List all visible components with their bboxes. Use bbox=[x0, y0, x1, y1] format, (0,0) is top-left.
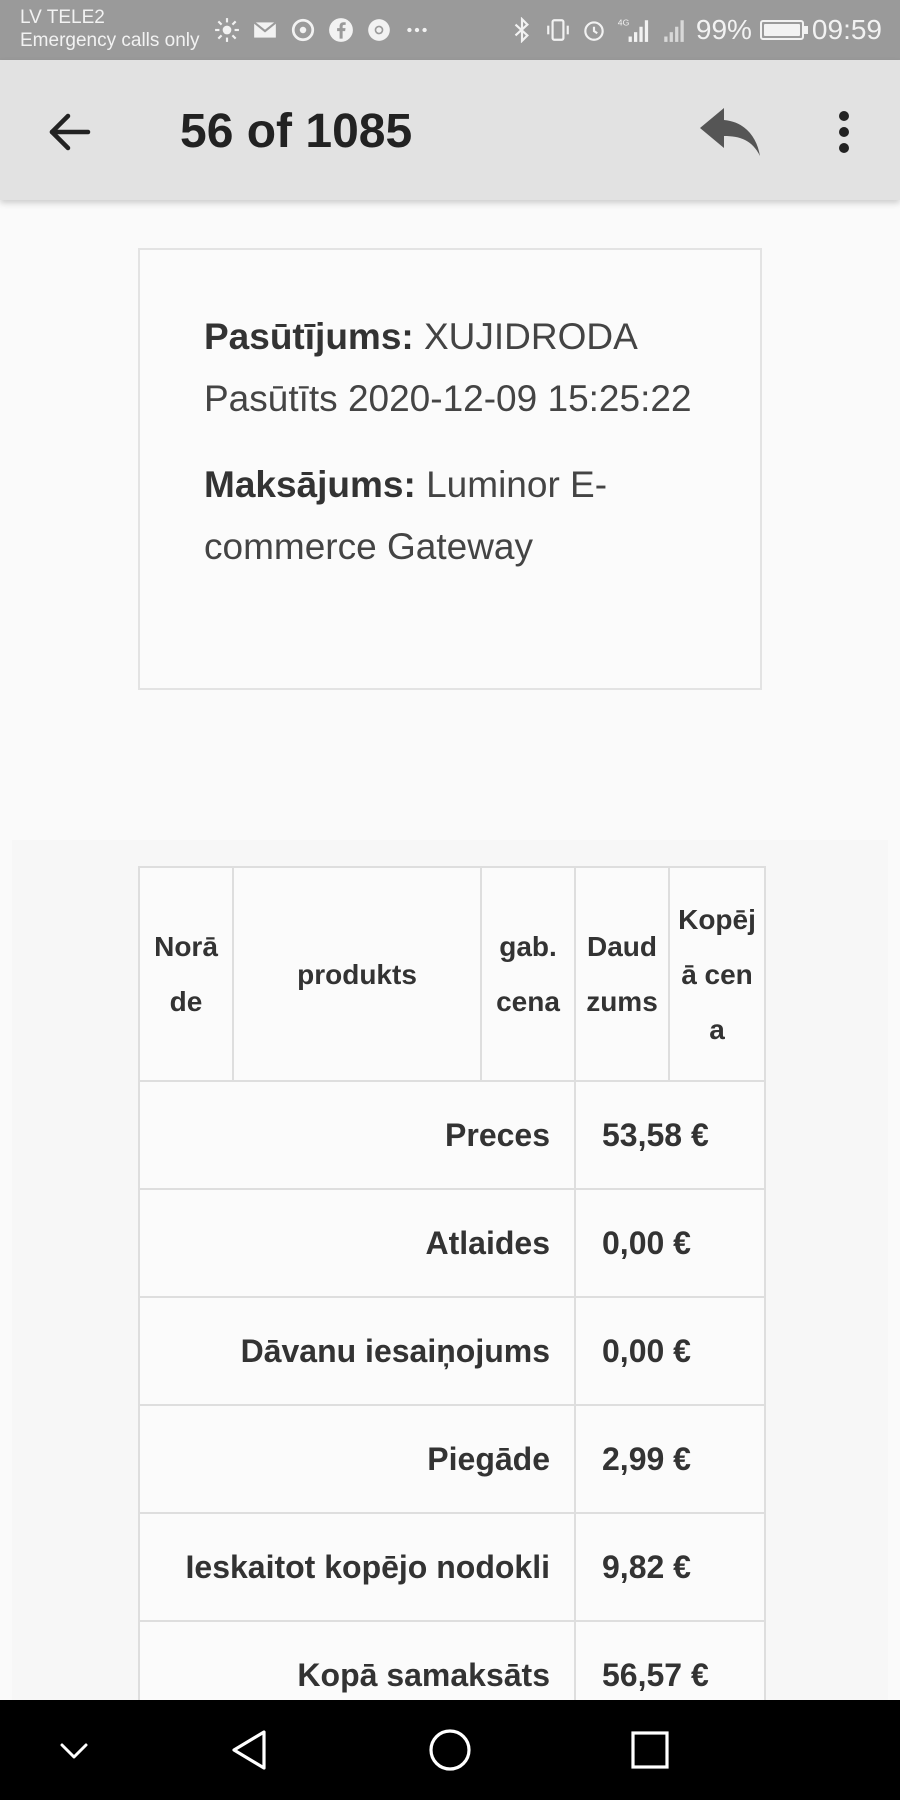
row-label: Dāvanu iesaiņojums bbox=[138, 1296, 576, 1406]
row-value: 2,99 € bbox=[574, 1404, 766, 1514]
signal-icon: 4G bbox=[616, 16, 652, 44]
alarm-icon bbox=[580, 16, 608, 44]
back-triangle-icon bbox=[232, 1730, 266, 1770]
collapse-nav-button[interactable] bbox=[46, 1722, 102, 1778]
status-bar: LV TELE2 Emergency calls only 4G 99% 09:… bbox=[0, 0, 900, 60]
row-value: 53,58 € bbox=[574, 1080, 766, 1190]
carrier-name: LV TELE2 bbox=[20, 7, 105, 28]
notification-icons bbox=[213, 14, 431, 46]
nav-back-button[interactable] bbox=[222, 1722, 278, 1778]
battery-percent: 99% bbox=[695, 14, 752, 45]
table-row: Piegāde 2,99 € bbox=[138, 1404, 766, 1514]
recents-square-icon bbox=[631, 1731, 669, 1769]
row-value: 0,00 € bbox=[574, 1296, 766, 1406]
carrier-status: Emergency calls only bbox=[20, 30, 200, 51]
carrier-info: LV TELE2 Emergency calls only bbox=[20, 6, 200, 52]
vibrate-icon bbox=[544, 16, 572, 44]
order-info-box: Pasūtījums: XUJIDRODA Pasūtīts 2020-12-0… bbox=[138, 248, 762, 690]
order-number: XUJIDRODA bbox=[424, 316, 636, 357]
more-vert-icon bbox=[839, 111, 849, 153]
table-row: Dāvanu iesaiņojums 0,00 € bbox=[138, 1296, 766, 1406]
more-options-button[interactable] bbox=[820, 100, 868, 164]
back-button[interactable] bbox=[38, 100, 102, 164]
order-summary-table: Norāde produkts gab. cena Daudzums Kopēj… bbox=[138, 866, 766, 1730]
row-label: Atlaides bbox=[138, 1188, 576, 1298]
bluetooth-icon bbox=[508, 16, 536, 44]
header-total-price: Kopējā cena bbox=[668, 866, 766, 1082]
order-date: Pasūtīts 2020-12-09 15:25:22 bbox=[204, 378, 692, 419]
sun-icon bbox=[213, 16, 241, 44]
network-type-label: 4G bbox=[618, 18, 630, 28]
system-status: 4G 99% 09:59 bbox=[508, 12, 882, 48]
header-product: produkts bbox=[232, 866, 482, 1082]
order-label: Pasūtījums: bbox=[204, 316, 414, 357]
system-nav-bar bbox=[0, 1700, 900, 1800]
nav-home-button[interactable] bbox=[422, 1722, 478, 1778]
table-row: Ieskaitot kopējo nodokli 9,82 € bbox=[138, 1512, 766, 1622]
row-label: Preces bbox=[138, 1080, 576, 1190]
payment-label: Maksājums: bbox=[204, 464, 416, 505]
more-dots-icon bbox=[403, 16, 431, 44]
table-row: Preces 53,58 € bbox=[138, 1080, 766, 1190]
battery-icon bbox=[759, 20, 808, 40]
row-value: 9,82 € bbox=[574, 1512, 766, 1622]
app-icon bbox=[289, 16, 317, 44]
table-header-row: Norāde produkts gab. cena Daudzums Kopēj… bbox=[138, 866, 766, 1082]
signal-icon-2 bbox=[660, 16, 688, 44]
app-bar: 56 of 1085 bbox=[0, 60, 900, 200]
home-circle-icon bbox=[429, 1729, 471, 1771]
table-row: Atlaides 0,00 € bbox=[138, 1188, 766, 1298]
screen: LV TELE2 Emergency calls only 4G 99% 09:… bbox=[0, 0, 900, 1800]
header-quantity: Daudzums bbox=[574, 866, 670, 1082]
header-note: Norāde bbox=[138, 866, 234, 1082]
payment-block: Maksājums: Luminor E-commerce Gateway bbox=[204, 454, 720, 578]
row-label: Piegāde bbox=[138, 1404, 576, 1514]
mail-icon bbox=[251, 16, 279, 44]
nav-recents-button[interactable] bbox=[622, 1722, 678, 1778]
order-summary-section: Norāde produkts gab. cena Daudzums Kopēj… bbox=[12, 840, 888, 1740]
battery-level-fill bbox=[763, 24, 800, 36]
facebook-icon bbox=[327, 16, 355, 44]
chrome-icon bbox=[365, 16, 393, 44]
header-unit-price: gab. cena bbox=[480, 866, 576, 1082]
reply-button[interactable] bbox=[692, 100, 768, 164]
reply-icon bbox=[700, 108, 760, 156]
clock: 09:59 bbox=[811, 14, 882, 45]
collapse-icon bbox=[60, 1743, 88, 1759]
row-value: 0,00 € bbox=[574, 1188, 766, 1298]
message-position-title: 56 of 1085 bbox=[180, 105, 413, 158]
back-arrow-icon bbox=[49, 113, 91, 151]
row-label: Ieskaitot kopējo nodokli bbox=[138, 1512, 576, 1622]
order-number-block: Pasūtījums: XUJIDRODA Pasūtīts 2020-12-0… bbox=[204, 306, 720, 430]
email-content: Pasūtījums: XUJIDRODA Pasūtīts 2020-12-0… bbox=[0, 200, 900, 1740]
